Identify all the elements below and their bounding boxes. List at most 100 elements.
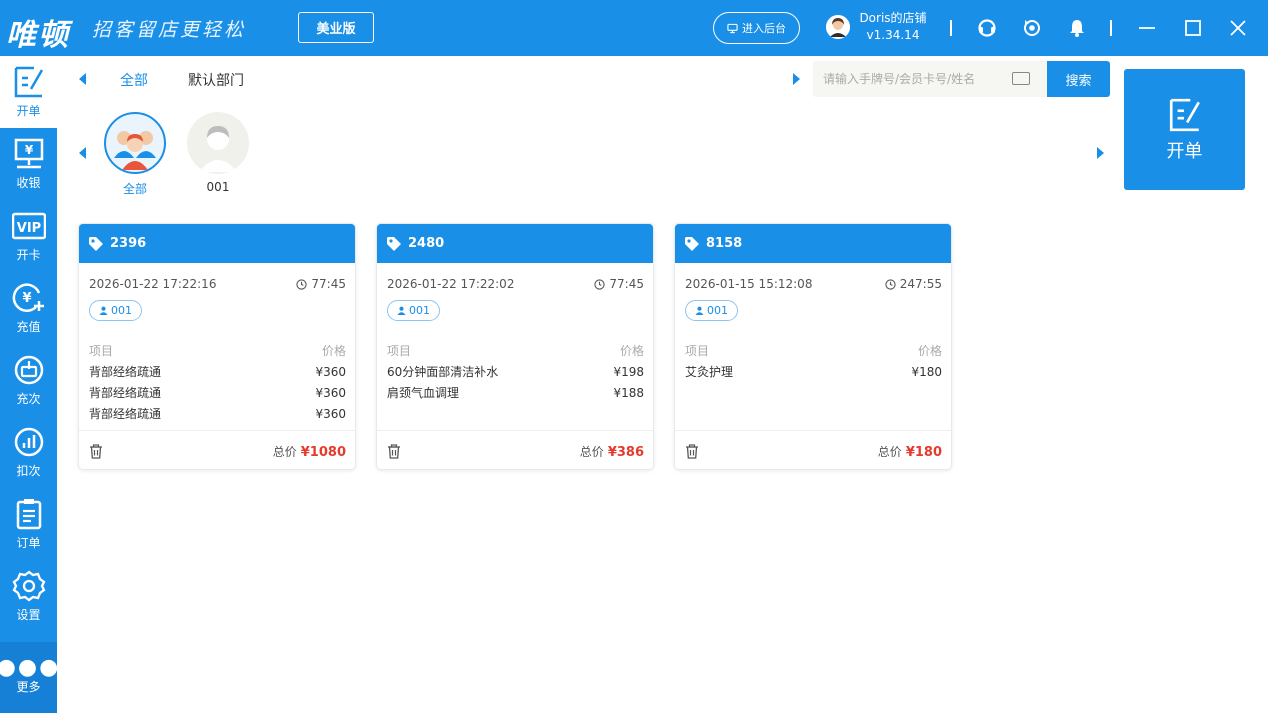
clock-icon <box>885 278 896 290</box>
search-input[interactable] <box>823 69 1005 89</box>
staff-next-arrow-icon[interactable] <box>1097 147 1104 159</box>
item-name: 60分钟面部清洁补水 <box>387 365 499 379</box>
price-column-header: 价格 <box>619 344 644 358</box>
order-list-icon <box>16 499 41 530</box>
sidebar-item-cashier[interactable]: ¥ 收银 <box>0 128 57 200</box>
edit-order-icon <box>14 66 43 98</box>
staff-all[interactable]: 全部 <box>102 112 168 197</box>
order-duration: 247:55 <box>899 277 942 291</box>
order-card[interactable]: 2480 2026-01-22 17:22:02 77:45 001 项目 价格 … <box>376 223 654 470</box>
svg-text:¥: ¥ <box>24 143 33 157</box>
maximize-icon[interactable] <box>1183 18 1203 38</box>
person-avatar-icon <box>187 112 249 174</box>
sidebar-item-more[interactable]: ●●● 更多 <box>0 642 61 713</box>
item-name: 艾灸护理 <box>685 365 734 379</box>
order-card-header: 8158 <box>675 224 951 263</box>
clock-icon <box>594 278 606 290</box>
staff-tag-label: 001 <box>409 304 430 317</box>
tag-icon <box>89 236 103 251</box>
order-datetime: 2026-01-22 17:22:16 <box>89 277 217 291</box>
staff-tag-label: 001 <box>111 304 132 317</box>
sidebar-item-settings[interactable]: 设置 <box>0 560 57 632</box>
item-price: ¥198 <box>613 365 644 379</box>
list-item: 60分钟面部清洁补水 ¥198 <box>387 362 644 383</box>
person-icon <box>695 306 704 315</box>
close-icon[interactable] <box>1228 18 1248 38</box>
svg-text:¥: ¥ <box>22 291 31 306</box>
staff-001[interactable]: 001 <box>185 112 251 194</box>
order-total: ¥386 <box>607 444 644 460</box>
trash-icon[interactable] <box>89 443 103 459</box>
search-box <box>813 61 1047 97</box>
order-number: 8158 <box>706 236 743 251</box>
sidebar-item-label: 更多 <box>16 679 41 694</box>
cashier-icon: ¥ <box>14 138 43 169</box>
staff-tag-label: 001 <box>707 304 728 317</box>
trash-icon[interactable] <box>685 443 699 459</box>
sidebar-item-recharge-times[interactable]: 充次 <box>0 344 57 416</box>
search-button[interactable]: 搜索 <box>1047 61 1110 97</box>
brand-logo: 唯顿 <box>6 18 70 53</box>
item-column-header: 项目 <box>89 344 114 358</box>
item-column-header: 项目 <box>387 344 412 358</box>
tab-dept-default[interactable]: 默认部门 <box>188 70 244 90</box>
app-version: v1.34.14 <box>866 28 920 42</box>
sidebar-item-label: 设置 <box>16 608 41 622</box>
sidebar-item-label: 充值 <box>16 320 41 334</box>
list-item: 背部经络疏通 ¥360 <box>89 362 346 383</box>
sidebar-item-label: 开卡 <box>16 248 41 262</box>
total-label: 总价 <box>877 444 902 459</box>
enter-backend-button[interactable]: 进入后台 <box>713 12 800 44</box>
staff-tag: 001 <box>685 300 738 321</box>
staff-tag: 001 <box>387 300 440 321</box>
price-column-header: 价格 <box>321 344 346 358</box>
settings-icon <box>12 570 45 602</box>
sidebar-item-label: 收银 <box>16 176 41 190</box>
enter-backend-label: 进入后台 <box>742 22 786 35</box>
staff-prev-arrow-icon[interactable] <box>79 147 86 159</box>
staff-label: 001 <box>206 180 230 194</box>
order-card[interactable]: 2396 2026-01-22 17:22:16 77:45 001 项目 价格 … <box>78 223 356 470</box>
group-avatar-icon <box>104 112 166 174</box>
dept-prev-arrow-icon[interactable] <box>79 73 86 85</box>
more-icon: ●●● <box>0 654 61 680</box>
trash-icon[interactable] <box>387 443 401 459</box>
headset-icon[interactable] <box>977 18 997 38</box>
user-avatar[interactable] <box>826 15 850 39</box>
tab-dept-all[interactable]: 全部 <box>120 70 148 90</box>
keyboard-icon[interactable] <box>1012 72 1030 85</box>
sidebar-item-label: 扣次 <box>16 464 41 478</box>
item-price: ¥188 <box>613 386 644 400</box>
dept-next-arrow-icon[interactable] <box>793 73 800 85</box>
minimize-icon[interactable] <box>1137 18 1157 38</box>
order-total: ¥180 <box>905 444 942 460</box>
open-order-button[interactable]: 开单 <box>1124 69 1245 190</box>
item-name: 背部经络疏通 <box>89 407 162 421</box>
order-card-header: 2396 <box>79 224 355 263</box>
bell-icon[interactable] <box>1067 18 1087 38</box>
item-price: ¥360 <box>315 407 346 421</box>
sidebar-item-open-order[interactable]: 开单 <box>0 56 57 128</box>
sidebar-item-label: 开单 <box>16 104 41 118</box>
sidebar: 开单 ¥ 收银 VIP 开卡 ¥ 充值 充次 扣次 订单 设置 ●●● 更多 <box>0 56 61 713</box>
item-price: ¥180 <box>911 365 942 379</box>
sidebar-item-recharge[interactable]: ¥ 充值 <box>0 272 57 344</box>
brand-slogan: 招客留店更轻松 <box>92 19 247 41</box>
person-icon <box>397 306 406 315</box>
store-info[interactable]: Doris的店铺 v1.34.14 <box>855 10 931 44</box>
item-name: 肩颈气血调理 <box>387 386 460 400</box>
title-bar: 唯顿 招客留店更轻松 美业版 进入后台 Doris的店铺 v1.34.14 <box>0 0 1268 56</box>
open-order-label: 开单 <box>1166 140 1203 162</box>
store-name: Doris的店铺 <box>859 11 927 25</box>
sync-icon[interactable] <box>1022 18 1042 38</box>
sidebar-item-orders[interactable]: 订单 <box>0 488 57 560</box>
order-duration: 77:45 <box>609 277 644 291</box>
staff-tag: 001 <box>89 300 142 321</box>
divider <box>950 20 952 36</box>
order-number: 2396 <box>110 236 147 251</box>
sidebar-item-deduct-times[interactable]: 扣次 <box>0 416 57 488</box>
tag-icon <box>685 236 699 251</box>
order-card[interactable]: 8158 2026-01-15 15:12:08 247:55 001 项目 价格… <box>674 223 952 470</box>
sidebar-item-open-card[interactable]: VIP 开卡 <box>0 200 57 272</box>
person-icon <box>99 306 108 315</box>
